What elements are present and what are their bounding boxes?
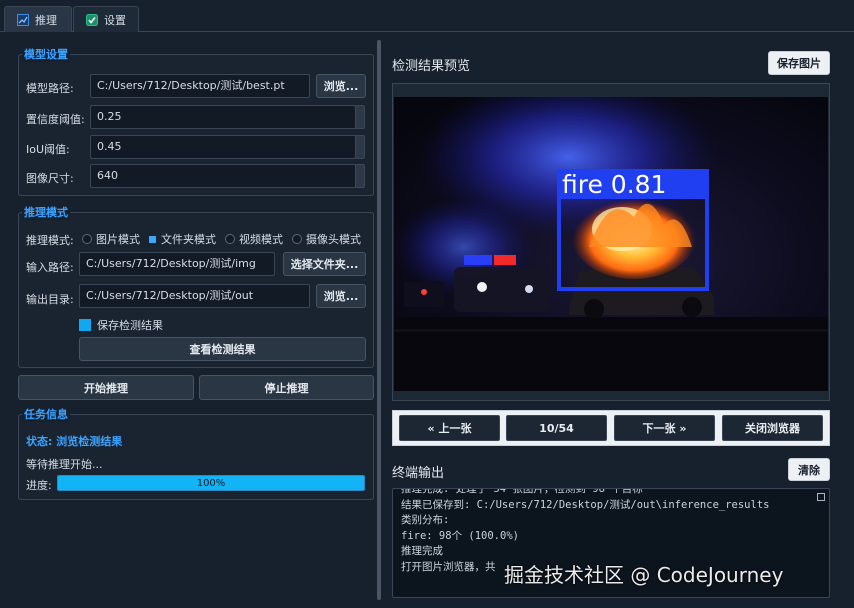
chart-icon bbox=[17, 13, 29, 26]
mode-label: 推理模式: bbox=[26, 234, 74, 247]
radio-selected-mark bbox=[149, 235, 156, 243]
clear-button[interactable]: 清除 bbox=[788, 458, 830, 481]
next-image-button[interactable]: 下一张 » bbox=[614, 415, 715, 441]
save-results-checkbox[interactable]: 保存检测结果 bbox=[79, 317, 163, 333]
model-path-input[interactable]: C:/Users/712/Desktop/测试/best.pt bbox=[90, 74, 310, 98]
waiting-text: 等待推理开始... bbox=[26, 458, 103, 471]
detection-label: fire 0.81 bbox=[562, 170, 666, 199]
terminal-line: 推理完成: 处理了 54 张图片，检测到 98 个目标 bbox=[401, 488, 643, 495]
terminal-title: 终端输出 bbox=[392, 466, 445, 481]
detection-image: fire 0.81 bbox=[394, 97, 828, 391]
image-counter: 10/54 bbox=[506, 415, 607, 441]
terminal-scrollbar[interactable] bbox=[817, 493, 825, 501]
terminal-line: 推理完成 bbox=[401, 545, 443, 557]
terminal-line: 结果已保存到: C:/Users/712/Desktop/测试/out\infe… bbox=[401, 498, 770, 511]
stop-inference-button[interactable]: 停止推理 bbox=[199, 375, 374, 400]
radio-label: 图片模式 bbox=[96, 233, 140, 246]
iou-input[interactable]: 0.45 bbox=[90, 135, 356, 159]
save-image-button[interactable]: 保存图片 bbox=[768, 51, 830, 75]
checkbox-label: 保存检测结果 bbox=[97, 319, 163, 332]
image-size-spinner[interactable] bbox=[355, 164, 365, 188]
select-folder-button[interactable]: 选择文件夹... bbox=[283, 252, 366, 276]
radio-label: 摄像头模式 bbox=[306, 233, 361, 246]
inference-mode-title: 推理模式 bbox=[22, 204, 70, 220]
input-path-label: 输入路径: bbox=[26, 261, 74, 274]
confidence-label: 置信度阈值: bbox=[26, 113, 85, 126]
tab-inference[interactable]: 推理 bbox=[4, 6, 72, 32]
task-info-title: 任务信息 bbox=[22, 406, 70, 422]
watermark: 掘金技术社区 @ CodeJourney bbox=[504, 563, 784, 587]
iou-label: IoU阈值: bbox=[26, 143, 70, 156]
progress-text: 100% bbox=[196, 477, 226, 489]
tab-settings[interactable]: 设置 bbox=[73, 6, 139, 32]
input-path-input[interactable]: C:/Users/712/Desktop/测试/img bbox=[79, 252, 275, 276]
output-browse-button[interactable]: 浏览... bbox=[316, 284, 366, 308]
radio-dot bbox=[292, 234, 302, 244]
confidence-spinner[interactable] bbox=[355, 105, 365, 129]
model-settings-title: 模型设置 bbox=[22, 46, 70, 62]
view-results-button[interactable]: 查看检测结果 bbox=[79, 337, 366, 361]
progress-bar: 100% bbox=[57, 475, 365, 491]
tab-label: 设置 bbox=[104, 13, 126, 27]
status-text: 状态: 浏览检测结果 bbox=[26, 435, 123, 448]
radio-dot bbox=[225, 234, 235, 244]
progress-label: 进度: bbox=[26, 479, 52, 492]
radio-video-mode[interactable]: 视频模式 bbox=[225, 231, 283, 247]
tab-label: 推理 bbox=[35, 13, 57, 27]
radio-dot bbox=[82, 234, 92, 244]
output-dir-input[interactable]: C:/Users/712/Desktop/测试/out bbox=[79, 284, 310, 308]
start-inference-button[interactable]: 开始推理 bbox=[18, 375, 194, 400]
image-size-label: 图像尺寸: bbox=[26, 172, 74, 185]
radio-image-mode[interactable]: 图片模式 bbox=[82, 231, 140, 247]
close-browser-button[interactable]: 关闭浏览器 bbox=[722, 415, 823, 441]
tab-bar: 推理 设置 bbox=[0, 0, 854, 32]
prev-image-button[interactable]: « 上一张 bbox=[399, 415, 500, 441]
radio-label: 文件夹模式 bbox=[161, 233, 216, 246]
output-dir-label: 输出目录: bbox=[26, 293, 74, 306]
checkbox-checked-icon bbox=[79, 319, 91, 331]
splitter-handle[interactable] bbox=[377, 40, 381, 600]
radio-folder-mode[interactable]: 文件夹模式 bbox=[148, 231, 216, 247]
terminal-line: fire: 98个 (100.0%) bbox=[401, 529, 519, 542]
checkbox-icon bbox=[86, 13, 98, 26]
image-size-input[interactable]: 640 bbox=[90, 164, 356, 188]
model-path-label: 模型路径: bbox=[26, 82, 74, 95]
terminal-line: 类别分布: bbox=[401, 514, 450, 526]
iou-spinner[interactable] bbox=[355, 135, 365, 159]
confidence-input[interactable]: 0.25 bbox=[90, 105, 356, 129]
radio-label: 视频模式 bbox=[239, 233, 283, 246]
preview-title: 检测结果预览 bbox=[392, 59, 471, 74]
model-browse-button[interactable]: 浏览... bbox=[316, 74, 366, 98]
radio-camera-mode[interactable]: 摄像头模式 bbox=[292, 231, 361, 247]
